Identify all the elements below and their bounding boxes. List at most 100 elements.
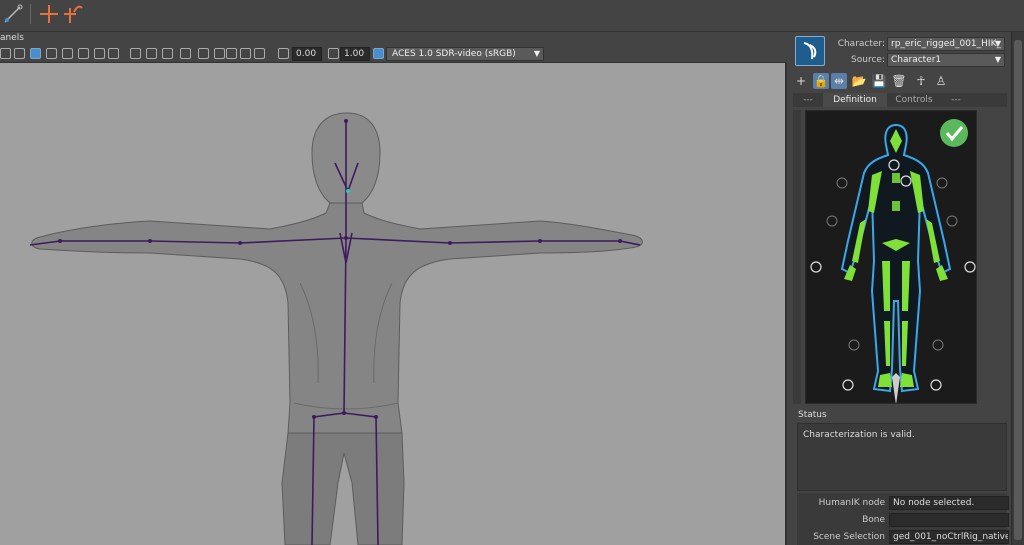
textured-icon[interactable] [62,48,73,59]
panel-scrollbar[interactable] [1011,32,1024,545]
shaded-cube-icon[interactable] [30,48,41,59]
right-shoulder-joint[interactable] [448,241,452,245]
gamma-icon[interactable] [328,48,339,59]
joint-tool-icon[interactable] [2,2,24,26]
wireframe-on-shaded-icon[interactable] [46,48,57,59]
right-hand-chevron-icon[interactable] [964,261,976,273]
left-shoulder-chevron-icon[interactable] [836,177,848,189]
viewport-toolbar: 0.00 1.00 ACES 1.0 SDR-video (sRGB) ▼ [0,45,787,63]
delete-icon[interactable]: 🗑 [891,73,907,89]
valid-check-icon [940,119,968,147]
maya-window: anels 0.00 1.00 ACES 1.0 SDR-video (sRGB… [0,0,1024,545]
open-folder-icon[interactable]: 📂 [851,73,867,89]
smooth-shade-icon[interactable] [14,48,25,59]
tab-definition[interactable]: Definition [823,93,887,107]
left-knee-chevron-icon[interactable] [848,339,860,351]
character-legs [281,432,405,545]
resolution-gate-icon[interactable] [254,48,265,59]
right-foot-segment[interactable] [900,373,914,387]
motion-blur-icon[interactable] [146,48,157,59]
gamma-field[interactable]: 1.00 [340,47,370,61]
xray-active-icon[interactable] [214,48,225,59]
mirror-icon[interactable]: ⇹ [831,73,847,89]
humanik-logo-icon [795,36,825,66]
right-knee-chevron-icon[interactable] [932,339,944,351]
stance-pose-icon[interactable]: ☥ [913,73,929,89]
wireframe-icon[interactable] [0,48,11,59]
chevron-down-icon: ▼ [994,55,1001,64]
color-space-dropdown[interactable]: ACES 1.0 SDR-video (sRGB) ▼ [386,47,544,61]
tab-controls[interactable]: Controls [887,93,941,107]
head-joint[interactable] [344,119,348,123]
right-hip-joint[interactable] [374,415,378,419]
character-dropdown[interactable]: rp_eric_rigged_001_HIK_ ▼ [887,37,1005,51]
save-icon[interactable]: 💾 [871,73,887,89]
isolate-select-icon[interactable] [180,48,191,59]
tab-more-left[interactable]: --- [793,93,823,107]
exposure-field[interactable]: 0.00 [292,47,322,61]
color-space-value: ACES 1.0 SDR-video (sRGB) [392,49,516,59]
jaw-selected-joint[interactable] [346,189,350,193]
scene-selection-label: Scene Selection [813,532,885,542]
left-shoulder-joint[interactable] [238,241,242,245]
reference-node-icon[interactable] [892,373,900,405]
character-definition-figure[interactable] [805,110,977,405]
left-hip-joint[interactable] [312,415,316,419]
humanik-panel: Character: rp_eric_rigged_001_HIK_ ▼ Sou… [789,32,1011,545]
main-toolbar [0,0,1024,32]
source-value: Character1 [891,55,942,65]
3d-scene[interactable] [0,63,787,545]
source-label: Source: [851,55,885,65]
chevron-down-icon: ▼ [533,49,540,58]
hips-joint[interactable] [342,411,346,415]
chest-segment[interactable] [892,173,900,183]
right-wrist-joint[interactable] [618,239,622,243]
xray-icon[interactable] [78,48,89,59]
chevron-down-icon: ▼ [994,39,1001,48]
viewport-panel[interactable]: anels 0.00 1.00 ACES 1.0 SDR-video (sRGB… [0,32,787,545]
scene-selection-field[interactable]: ged_001_noCtrlRig_native:jaw [889,530,1009,544]
left-foot-chevron-icon[interactable] [842,379,854,391]
ik-spline-handle-icon[interactable] [62,2,84,26]
xray-joints-icon[interactable] [198,48,209,59]
humanik-toolbar: + 🔒 ⇹ 📂 💾 🗑 ☥ ♙ [789,70,1011,92]
left-elbow-joint[interactable] [148,239,152,243]
grid-icon[interactable] [226,48,237,59]
source-dropdown[interactable]: Character1 ▼ [887,53,1005,67]
bone-field[interactable] [889,513,1009,527]
shadows-icon[interactable] [108,48,119,59]
humanik-tabs: --- Definition Controls --- [793,93,1007,107]
left-hand-chevron-icon[interactable] [810,261,822,273]
add-icon[interactable]: + [793,73,809,89]
tab-more-right[interactable]: --- [941,93,971,107]
scrollbar-thumb[interactable] [1014,40,1022,540]
humanik-node-label: HumanIK node [818,498,885,508]
color-management-icon[interactable] [373,48,384,59]
right-elbow-chevron-icon[interactable] [946,215,958,227]
panels-menu[interactable]: anels [0,32,787,45]
figure-scrollbar[interactable] [793,110,801,404]
bone-label: Bone [862,515,885,525]
info-area: HumanIK node No node selected. Bone Scen… [797,493,1009,545]
exposure-icon[interactable] [278,48,289,59]
lock-icon[interactable]: 🔒 [813,73,829,89]
lights-icon[interactable] [94,48,105,59]
left-wrist-joint[interactable] [58,239,62,243]
right-elbow-joint[interactable] [538,239,542,243]
status-heading: Status [798,410,827,420]
right-shoulder-chevron-icon[interactable] [936,177,948,189]
right-foot-chevron-icon[interactable] [930,379,942,391]
character-value: rp_eric_rigged_001_HIK_ [891,39,1001,49]
left-foot-segment[interactable] [878,373,892,387]
film-gate-icon[interactable] [240,48,251,59]
spine-segment[interactable] [892,201,900,211]
humanik-node-field[interactable]: No node selected. [889,496,1009,510]
left-elbow-chevron-icon[interactable] [826,215,838,227]
anti-alias-icon[interactable] [162,48,173,59]
toolbar-divider [30,4,31,24]
neck-joint[interactable] [344,236,348,240]
character-label: Character: [837,39,885,49]
create-ik-handle-icon[interactable] [38,2,60,26]
ambient-occlusion-icon[interactable] [130,48,141,59]
character-pose-icon[interactable]: ♙ [933,73,949,89]
